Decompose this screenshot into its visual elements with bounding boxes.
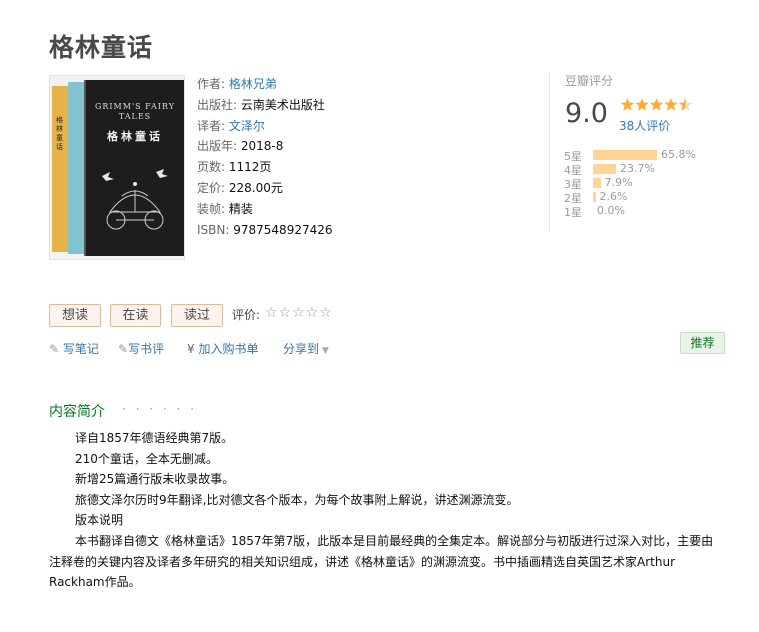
want-to-read-button[interactable]: 想读 xyxy=(49,304,101,327)
page-title: 格林童话 xyxy=(49,33,154,62)
author-label: 作者: xyxy=(197,77,226,91)
rating-row-label: 1星 xyxy=(564,206,582,219)
isbn-value: 9787548927426 xyxy=(233,222,333,237)
write-review-label: 写书评 xyxy=(128,342,165,356)
pages-value: 1112页 xyxy=(228,160,272,175)
rating-count-link[interactable]: 38人评价 xyxy=(619,117,670,134)
rating-percent: 2.6% xyxy=(599,190,628,203)
reading-button[interactable]: 在读 xyxy=(110,304,161,327)
rate-label: 评价: xyxy=(232,308,261,322)
rating-stars-icon xyxy=(620,98,693,111)
price-value: 228.00元 xyxy=(228,180,283,195)
intro-heading: 内容简介 xyxy=(49,404,105,420)
rating-title: 豆瓣评分 xyxy=(565,74,614,88)
pencil-icon: ✎ xyxy=(118,342,129,356)
write-note-link[interactable]: ✎ 写笔记 xyxy=(49,340,99,357)
price-label: 定价: xyxy=(197,180,226,195)
rating-percent: 65.8% xyxy=(661,148,696,161)
author-link[interactable]: 格林兄弟 xyxy=(229,77,277,91)
recommend-button[interactable]: 推荐 xyxy=(680,332,725,354)
rating-percent: 0.0% xyxy=(597,204,625,217)
publisher-label: 出版社: xyxy=(197,97,238,112)
rating-percent: 7.9% xyxy=(604,176,633,189)
have-read-button[interactable]: 读过 xyxy=(171,304,223,327)
write-note-label: 写笔记 xyxy=(62,342,99,356)
book-info: 作者: 格林兄弟 出版社: 云南美术出版社 译者: 文泽尔 出版年: 2018-… xyxy=(197,74,333,240)
rating-bar xyxy=(593,178,601,188)
rating-percent: 23.7% xyxy=(620,162,655,175)
star-filled-icon xyxy=(635,98,649,111)
spine-title: 格林童话 xyxy=(56,116,63,151)
rating-panel: 豆瓣评分 9.0 38人评价 5星 65.8% 4星 23.7% 3星 7.9% 2星 2.6… xyxy=(549,72,730,232)
isbn-label: ISBN: xyxy=(197,222,230,237)
share-link[interactable]: 分享到 ▼ xyxy=(283,340,329,357)
binding-value: 精装 xyxy=(228,201,253,216)
write-review-link[interactable]: ✎写书评 xyxy=(118,340,164,357)
book-cover-image[interactable]: 格林童话 格林童话 GRIMM'S FAIRY TALES 格林童话 xyxy=(49,75,185,260)
intro-paragraph: 210个童话，全本无删减。 xyxy=(75,451,218,466)
yen-icon: ¥ xyxy=(187,342,195,356)
rating-bar xyxy=(593,192,596,202)
cover-chinese-title: 格林童话 xyxy=(107,130,163,143)
rating-score: 9.0 xyxy=(565,98,608,129)
rating-bar xyxy=(593,150,657,160)
rating-bar xyxy=(593,164,617,174)
year-value: 2018-8 xyxy=(240,139,284,154)
carriage-illustration-icon xyxy=(102,169,168,230)
intro-paragraph: 新增25篇通行版未收录故事。 xyxy=(75,472,235,487)
binding-label: 装帧: xyxy=(197,201,226,216)
rate-stars-input[interactable]: ☆☆☆☆☆ xyxy=(265,305,333,321)
intro-paragraph: 版本说明 xyxy=(75,513,124,528)
star-filled-icon xyxy=(664,98,678,111)
publisher-value: 云南美术出版社 xyxy=(240,97,325,112)
pages-label: 页数: xyxy=(197,160,226,175)
cover-english-title: GRIMM'S FAIRY TALES xyxy=(94,102,176,121)
translator-link[interactable]: 文泽尔 xyxy=(229,119,265,133)
cover-front-volume: GRIMM'S FAIRY TALES 格林童话 xyxy=(84,80,184,256)
caret-down-icon: ▼ xyxy=(319,346,329,356)
share-label: 分享到 xyxy=(283,342,320,356)
translator-label: 译者: xyxy=(197,118,226,133)
intro-text: 译自1857年德语经典第7版。 210个童话，全本无删减。 新增25篇通行版未收… xyxy=(49,428,724,593)
intro-paragraph: 本书翻译自德文《格林童话》1857年第7版，此版本是目前最经典的全集定本。解说部… xyxy=(49,533,714,590)
intro-paragraph: 旅德文泽尔历时9年翻译,比对德文各个版本，为每个故事附上解说，讲述渊源流变。 xyxy=(75,492,519,507)
year-label: 出版年: xyxy=(197,139,238,154)
star-filled-icon xyxy=(620,98,635,111)
intro-dots: · · · · · · xyxy=(122,402,197,416)
add-to-cart-link[interactable]: ¥ 加入购书单 xyxy=(187,340,258,357)
pencil-icon: ✎ xyxy=(49,342,60,356)
star-filled-icon xyxy=(649,98,664,111)
intro-paragraph: 译自1857年德语经典第7版。 xyxy=(75,431,234,445)
add-cart-label: 加入购书单 xyxy=(198,342,259,356)
